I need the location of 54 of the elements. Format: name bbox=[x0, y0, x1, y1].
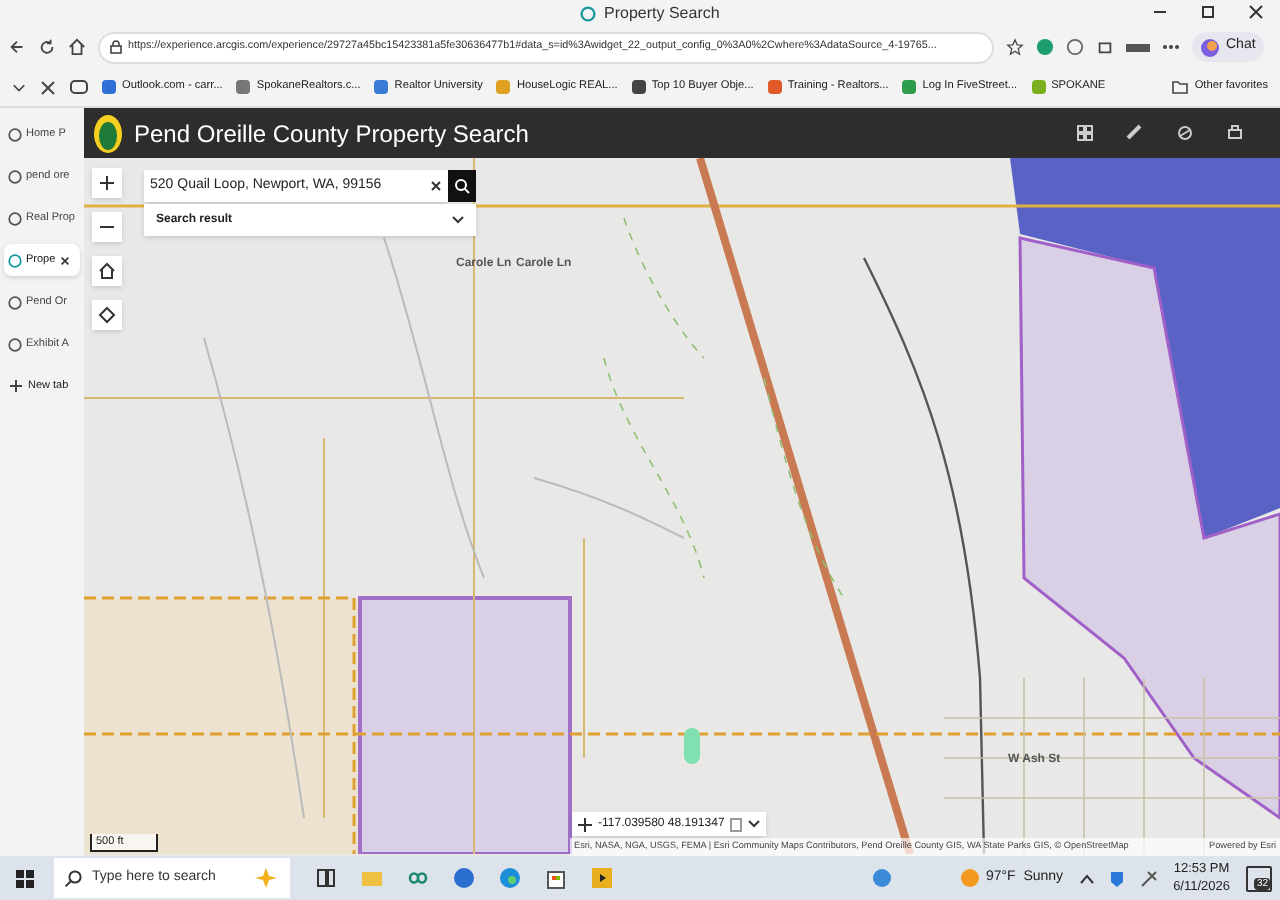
crosshair-icon bbox=[578, 817, 592, 831]
shield-icon[interactable] bbox=[1109, 869, 1124, 887]
copilot-icon bbox=[1200, 37, 1220, 57]
locate-button[interactable] bbox=[92, 300, 122, 330]
store-icon[interactable] bbox=[544, 866, 568, 890]
window-title: Property Search bbox=[604, 2, 720, 26]
search-button[interactable] bbox=[448, 170, 476, 202]
refresh-icon[interactable] bbox=[38, 38, 56, 56]
star-icon[interactable] bbox=[1006, 38, 1024, 56]
browser-icon[interactable] bbox=[498, 866, 522, 890]
search-icon bbox=[454, 178, 470, 194]
plus-icon bbox=[10, 380, 22, 392]
print-icon[interactable] bbox=[1226, 124, 1244, 142]
sparkle-icon bbox=[252, 866, 280, 890]
bookmark-icon bbox=[496, 79, 511, 94]
chevron-icon[interactable] bbox=[1079, 873, 1094, 883]
map-drawing[interactable] bbox=[84, 158, 1280, 854]
app-title: Pend Oreille County Property Search bbox=[134, 117, 529, 151]
bookmark-icon bbox=[767, 79, 782, 94]
ruler-icon[interactable] bbox=[1126, 124, 1144, 142]
locate-icon bbox=[98, 306, 116, 324]
chevron-icon bbox=[452, 216, 464, 224]
more-icon[interactable] bbox=[1162, 44, 1180, 50]
folder-icon bbox=[1172, 79, 1189, 94]
maximize-icon[interactable] bbox=[1200, 4, 1216, 20]
sun-icon bbox=[959, 868, 980, 888]
bookmark-icon bbox=[102, 79, 116, 94]
tab-actions-icon[interactable] bbox=[70, 80, 88, 94]
county-logo-icon bbox=[92, 113, 124, 153]
chevron-icon[interactable] bbox=[748, 820, 761, 828]
infinity-icon[interactable] bbox=[406, 866, 430, 890]
home-icon[interactable] bbox=[68, 38, 86, 56]
grid-icon[interactable] bbox=[1076, 124, 1094, 142]
bookmark-icon bbox=[236, 79, 251, 94]
home-icon bbox=[98, 262, 116, 280]
clear-icon[interactable] bbox=[430, 180, 442, 192]
start-icon[interactable] bbox=[16, 869, 34, 887]
close-icon[interactable] bbox=[59, 255, 70, 265]
zoom-in-button[interactable] bbox=[92, 168, 122, 198]
video-icon[interactable] bbox=[590, 866, 614, 890]
back-icon[interactable] bbox=[8, 38, 26, 56]
lock-icon bbox=[110, 40, 122, 54]
bookmark-icon bbox=[631, 79, 646, 94]
close-icon[interactable] bbox=[40, 79, 56, 95]
zoom-out-button[interactable] bbox=[92, 212, 122, 242]
zoom-in-icon bbox=[98, 174, 116, 192]
home-button[interactable] bbox=[92, 256, 122, 286]
chevron-icon[interactable] bbox=[12, 80, 26, 94]
bookmark-icon bbox=[374, 79, 389, 94]
bookmark-icon bbox=[1031, 79, 1046, 94]
task-view-icon[interactable] bbox=[314, 866, 338, 890]
close-icon[interactable] bbox=[1248, 4, 1264, 20]
bookmark-icon bbox=[902, 79, 917, 94]
search-icon bbox=[64, 869, 82, 887]
